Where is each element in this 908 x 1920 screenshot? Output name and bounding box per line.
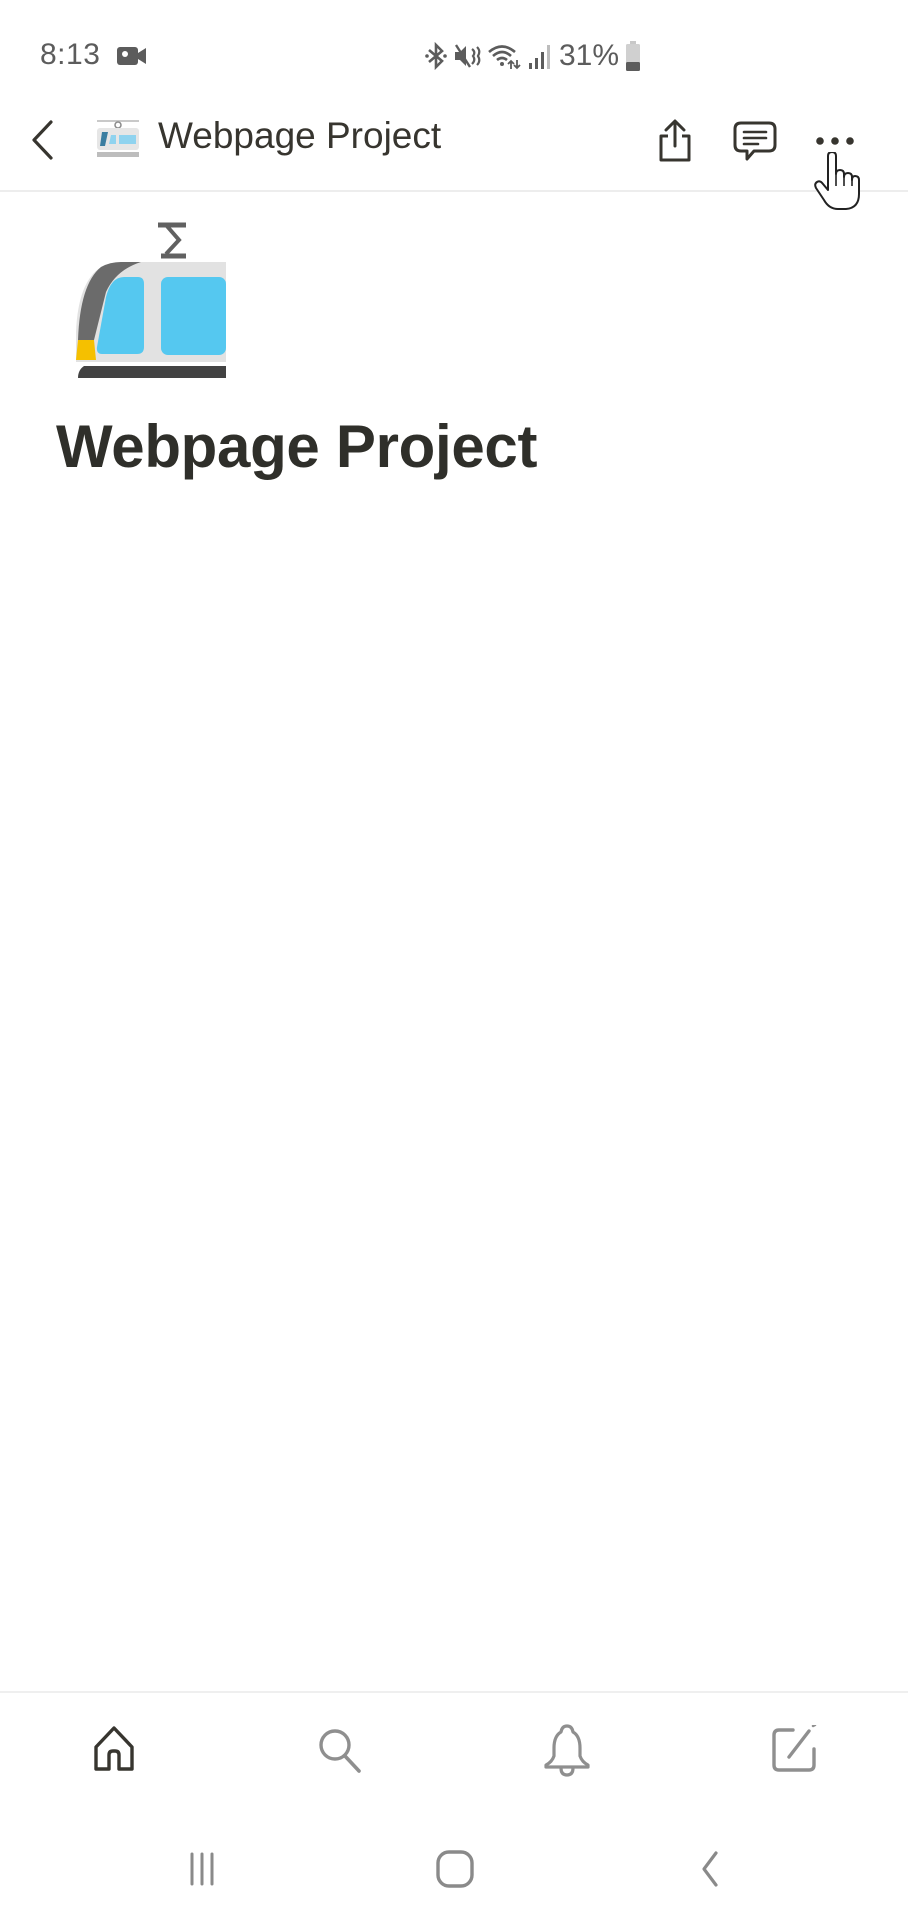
status-icons: 31% (425, 38, 641, 74)
nav-search-button[interactable] (308, 1718, 372, 1782)
comment-icon (733, 121, 777, 161)
system-recents-button[interactable] (172, 1846, 232, 1892)
header-divider (0, 190, 908, 192)
page-title[interactable]: Webpage Project (56, 412, 537, 481)
hand-cursor-icon (814, 152, 860, 210)
chevron-left-icon (32, 120, 53, 160)
back-button[interactable] (24, 116, 64, 164)
compose-icon (772, 1725, 817, 1772)
nav-new-page-button[interactable] (762, 1718, 826, 1782)
nav-notifications-button[interactable] (535, 1718, 599, 1782)
bottom-nav-divider (0, 1691, 908, 1693)
back-icon (702, 1851, 718, 1887)
recents-icon (190, 1852, 214, 1886)
system-home-button[interactable] (425, 1846, 485, 1892)
home-icon (94, 1726, 134, 1771)
battery-icon (626, 41, 641, 71)
share-icon (659, 119, 691, 162)
header-title: Webpage Project (158, 115, 442, 156)
share-button[interactable] (649, 115, 701, 167)
tram-emoji-icon (97, 120, 139, 157)
battery-percent: 31% (559, 39, 620, 72)
video-camera-icon (117, 47, 146, 65)
bluetooth-icon (425, 41, 447, 71)
tram-emoji-icon[interactable] (66, 222, 226, 386)
comments-button[interactable] (729, 115, 781, 167)
bell-icon (544, 1724, 590, 1777)
home-circle-icon (436, 1850, 474, 1888)
mute-icon (454, 44, 481, 68)
nav-home-button[interactable] (82, 1718, 146, 1782)
more-horizontal-icon (816, 137, 854, 145)
wifi-icon (488, 45, 521, 70)
system-back-button[interactable] (680, 1846, 740, 1892)
signal-icon (529, 45, 550, 69)
status-time: 8:13 (40, 38, 101, 71)
search-icon (319, 1729, 361, 1773)
